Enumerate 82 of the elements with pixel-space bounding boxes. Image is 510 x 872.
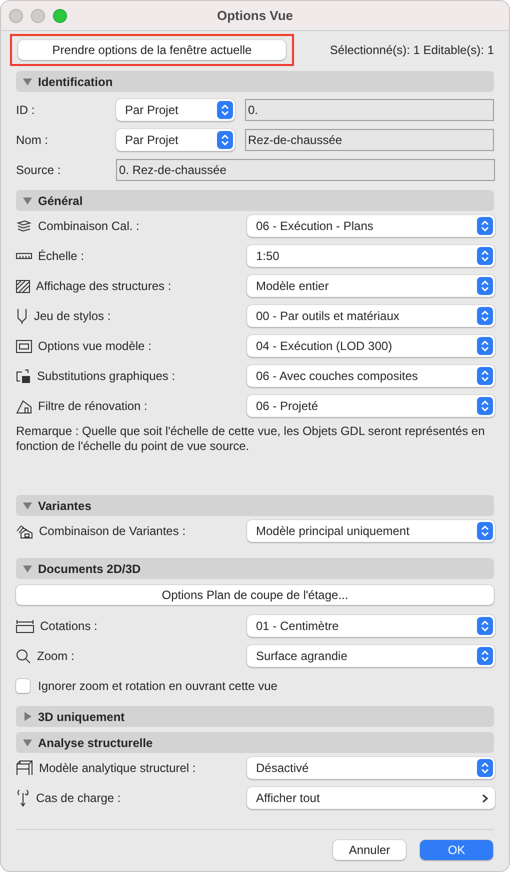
stepper-arrows-icon <box>481 650 489 662</box>
expanded-triangle-icon[interactable] <box>23 196 32 205</box>
ruler-icon <box>16 252 32 260</box>
stepper-arrows-icon <box>481 310 489 322</box>
minimize-button[interactable] <box>31 9 45 23</box>
field-label: Nom : <box>16 133 48 147</box>
section-header[interactable]: Variantes <box>16 495 494 516</box>
hatch-icon <box>16 280 30 292</box>
stepper-arrows-icon <box>481 250 489 262</box>
stepper-arrows-icon <box>481 620 489 632</box>
field-label: Modèle analytique structurel : <box>39 761 196 775</box>
frame-structure-icon <box>16 760 33 776</box>
field-label: Échelle : <box>38 249 84 263</box>
stepper-arrows-icon <box>221 134 229 146</box>
dropdown[interactable]: 06 - Exécution - Plans <box>247 215 495 237</box>
field-label: Affichage des structures : <box>36 279 172 293</box>
section-header[interactable]: Analyse structurelle <box>16 732 494 753</box>
text-field[interactable]: 0. Rez-de-chaussée <box>116 159 495 181</box>
dropdown[interactable]: 06 - Avec couches composites <box>247 365 495 387</box>
stepper-arrows-icon <box>221 104 229 116</box>
expanded-triangle-icon[interactable] <box>23 738 32 747</box>
expanded-triangle-icon[interactable] <box>23 77 32 86</box>
dropdown[interactable]: 04 - Exécution (LOD 300) <box>247 335 495 357</box>
take-options-button[interactable]: Prendre options de la fenêtre actuelle <box>18 40 286 60</box>
search-icon <box>16 648 31 664</box>
selection-status: Sélectionné(s): 1 Editable(s): 1 <box>330 43 494 57</box>
section-header[interactable]: Documents 2D/3D <box>16 558 494 579</box>
field-label: Cotations : <box>40 619 98 633</box>
field-label: Combinaison de Variantes : <box>39 524 186 538</box>
stepper-arrows-icon <box>481 525 489 537</box>
field-label: Cas de charge : <box>36 791 121 805</box>
dropdown[interactable]: Modèle principal uniquement <box>247 520 495 542</box>
dropdown[interactable]: Par Projet <box>116 129 235 151</box>
field-label: Source : <box>16 163 61 177</box>
dropdown[interactable]: 1:50 <box>247 245 495 267</box>
cancel-button[interactable]: Annuler <box>333 840 406 860</box>
dropdown[interactable]: 06 - Projeté <box>247 395 495 417</box>
chevron-right-icon <box>482 794 488 802</box>
field-label: Options vue modèle : <box>38 339 152 353</box>
stepper-arrows-icon <box>481 220 489 232</box>
houses-icon <box>16 523 33 539</box>
dropdown[interactable]: Surface agrandie <box>247 645 495 667</box>
dropdown[interactable]: 00 - Par outils et matériaux <box>247 305 495 327</box>
frame-icon <box>16 340 32 352</box>
stepper-arrows-icon <box>481 400 489 412</box>
text-field[interactable]: 0. <box>245 98 494 120</box>
dropdown[interactable]: Désactivé <box>247 757 495 779</box>
remark-text: Remarque : Quelle que soit l'échelle de cette vue, les Objets GDL seront représentés en fonction de l'échelle du point de vue source. <box>16 424 486 454</box>
section-header[interactable]: Général <box>16 190 494 211</box>
dimension-icon <box>16 619 34 633</box>
ok-button[interactable]: OK <box>420 840 493 860</box>
dropdown[interactable]: 01 - Centimètre <box>247 615 495 637</box>
section-header[interactable]: 3D uniquement <box>16 706 494 727</box>
section-header[interactable]: Identification <box>16 71 494 92</box>
zoom-button[interactable] <box>53 9 67 23</box>
field-label: ID : <box>16 102 35 116</box>
expanded-triangle-icon[interactable] <box>23 564 32 573</box>
pen-icon <box>16 308 28 324</box>
field-label: Substitutions graphiques : <box>37 369 176 383</box>
field-label: Filtre de rénovation : <box>38 399 148 413</box>
checkbox-label: Ignorer zoom et rotation en ouvrant cette vue <box>38 679 278 693</box>
text-field[interactable]: Rez-de-chaussée <box>245 129 494 151</box>
field-label: Combinaison Cal. : <box>38 219 140 233</box>
stepper-arrows-icon <box>481 762 489 774</box>
stepper-arrows-icon <box>481 280 489 292</box>
overrides-icon <box>16 368 31 384</box>
close-button[interactable] <box>9 9 23 23</box>
house-icon <box>16 398 32 414</box>
stepper-arrows-icon <box>481 370 489 382</box>
section-button[interactable]: Options Plan de coupe de l'étage... <box>16 585 494 605</box>
checkbox[interactable] <box>16 679 30 693</box>
dropdown[interactable]: Afficher tout <box>247 787 495 809</box>
collapsed-triangle-icon[interactable] <box>23 712 32 721</box>
dropdown[interactable]: Modèle entier <box>247 275 495 297</box>
field-label: Jeu de stylos : <box>34 309 111 323</box>
stepper-arrows-icon <box>481 340 489 352</box>
expanded-triangle-icon[interactable] <box>23 501 32 510</box>
field-label: Zoom : <box>37 649 74 663</box>
load-arrow-icon <box>16 790 30 806</box>
layers-icon <box>16 219 32 233</box>
dropdown[interactable]: Par Projet <box>116 98 235 120</box>
window-title: Options Vue <box>216 8 294 23</box>
